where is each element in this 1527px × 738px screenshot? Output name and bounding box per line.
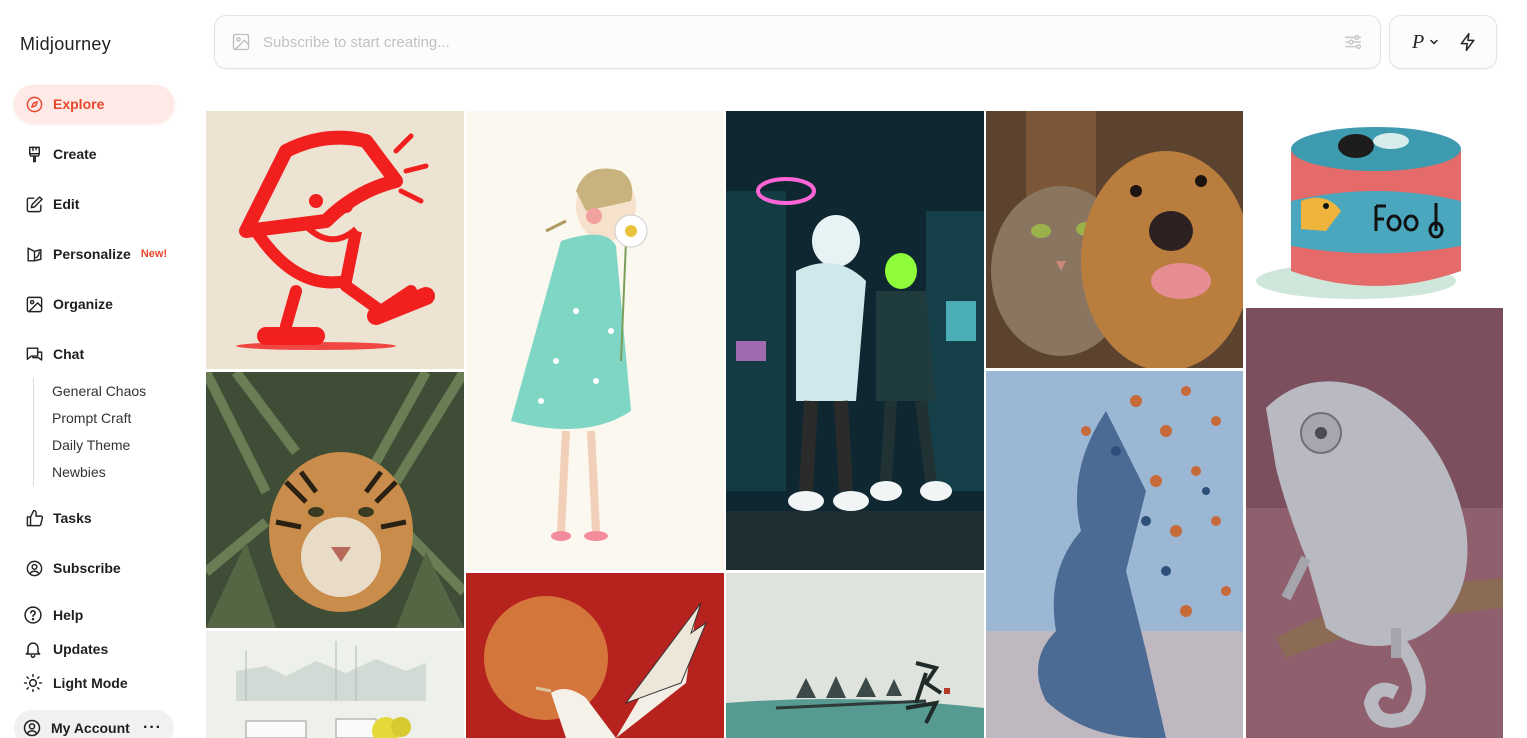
- chat-channel-newbies[interactable]: Newbies: [52, 459, 146, 486]
- nav-create-label: Create: [53, 146, 97, 162]
- profile-label: P: [1412, 30, 1425, 53]
- nav-explore-label: Explore: [53, 96, 105, 112]
- nav-updates[interactable]: Updates: [14, 634, 174, 664]
- chat-channel-general-chaos[interactable]: General Chaos: [52, 378, 146, 405]
- nav-tasks-label: Tasks: [53, 510, 92, 526]
- nav-organize-label: Organize: [53, 296, 113, 312]
- more-options-icon[interactable]: ···: [143, 719, 162, 737]
- bell-icon: [22, 638, 44, 660]
- brand-logo[interactable]: Midjourney: [20, 34, 111, 55]
- image-upload-icon[interactable]: [231, 32, 251, 52]
- account-icon: [22, 718, 42, 738]
- nav-chat[interactable]: Chat: [14, 335, 174, 373]
- pizza-slice-illustration: [206, 111, 464, 369]
- crane-illustration: [466, 573, 724, 738]
- help-icon: [22, 604, 44, 626]
- user-circle-icon: [24, 558, 44, 578]
- image-folder-icon: [24, 294, 44, 314]
- sun-icon: [22, 672, 44, 694]
- nav-personalize-label: Personalize: [53, 246, 131, 262]
- sidebar: Midjourney Explore Create Edit Personali…: [0, 0, 196, 738]
- gallery-image-cat-and-dog-selfie[interactable]: [986, 111, 1243, 368]
- nav-explore[interactable]: Explore: [14, 85, 174, 123]
- profile-dropdown[interactable]: P: [1412, 31, 1440, 54]
- girl-with-daisy-illustration: [466, 111, 724, 570]
- nav-edit[interactable]: Edit: [14, 185, 174, 223]
- edit-icon: [24, 194, 44, 214]
- mode-controls: P: [1389, 15, 1497, 69]
- nav-chat-label: Chat: [53, 346, 85, 362]
- food-can-illustration: [1246, 111, 1503, 305]
- gallery-image-butterfly-face[interactable]: [986, 371, 1243, 738]
- nav-light-mode[interactable]: Light Mode: [14, 668, 174, 698]
- my-account-label: My Account: [51, 720, 130, 736]
- nav-organize[interactable]: Organize: [14, 285, 174, 323]
- chat-channel-list: General Chaos Prompt Craft Daily Theme N…: [33, 378, 146, 486]
- gallery-image-neon-city-friends[interactable]: [726, 111, 984, 570]
- nav-personalize[interactable]: Personalize New!: [14, 235, 174, 273]
- thumbs-up-icon: [24, 508, 44, 528]
- neon-city-illustration: [726, 111, 984, 570]
- settings-sliders-icon[interactable]: [1342, 31, 1364, 53]
- nav-light-mode-label: Light Mode: [53, 675, 128, 691]
- gallery-image-boatmen-ink-painting[interactable]: [726, 573, 984, 738]
- prompt-bar: [214, 15, 1381, 69]
- chat-icon: [24, 344, 44, 364]
- brush-icon: [24, 144, 44, 164]
- butterfly-face-illustration: [986, 371, 1243, 738]
- nav-create[interactable]: Create: [14, 135, 174, 173]
- chevron-down-icon: [1430, 39, 1438, 45]
- tiger-illustration: [206, 372, 464, 628]
- personalize-icon: [24, 244, 44, 264]
- gallery-image-crane-and-sun[interactable]: [466, 573, 724, 738]
- nav-help-label: Help: [53, 607, 84, 623]
- chat-channel-daily-theme[interactable]: Daily Theme: [52, 432, 146, 459]
- chat-channel-prompt-craft[interactable]: Prompt Craft: [52, 405, 146, 432]
- new-badge: New!: [140, 248, 168, 260]
- cat-dog-photo: [986, 111, 1243, 368]
- my-account-button[interactable]: My Account ···: [14, 710, 174, 738]
- compass-icon: [24, 94, 44, 114]
- nav-edit-label: Edit: [53, 196, 80, 212]
- chameleon-illustration: [1246, 308, 1503, 738]
- gallery-image-misty-landscape[interactable]: [206, 631, 464, 738]
- nav-subscribe[interactable]: Subscribe: [14, 549, 174, 587]
- nav-help[interactable]: Help: [14, 600, 174, 630]
- nav-updates-label: Updates: [53, 641, 109, 657]
- prompt-input[interactable]: [263, 33, 1342, 51]
- gallery-image-dog-food-can[interactable]: [1246, 111, 1503, 305]
- boatmen-illustration: [726, 573, 984, 738]
- nav-subscribe-label: Subscribe: [53, 560, 121, 576]
- gallery-image-pizza-slice-character[interactable]: [206, 111, 464, 369]
- gallery-image-girl-with-daisy[interactable]: [466, 111, 724, 570]
- nav-tasks[interactable]: Tasks: [14, 499, 174, 537]
- misty-landscape-illustration: [206, 631, 464, 738]
- gallery-image-tiger-in-bamboo[interactable]: [206, 372, 464, 628]
- gallery-image-mirror-chameleon[interactable]: [1246, 308, 1503, 738]
- lightning-icon[interactable]: [1458, 32, 1478, 52]
